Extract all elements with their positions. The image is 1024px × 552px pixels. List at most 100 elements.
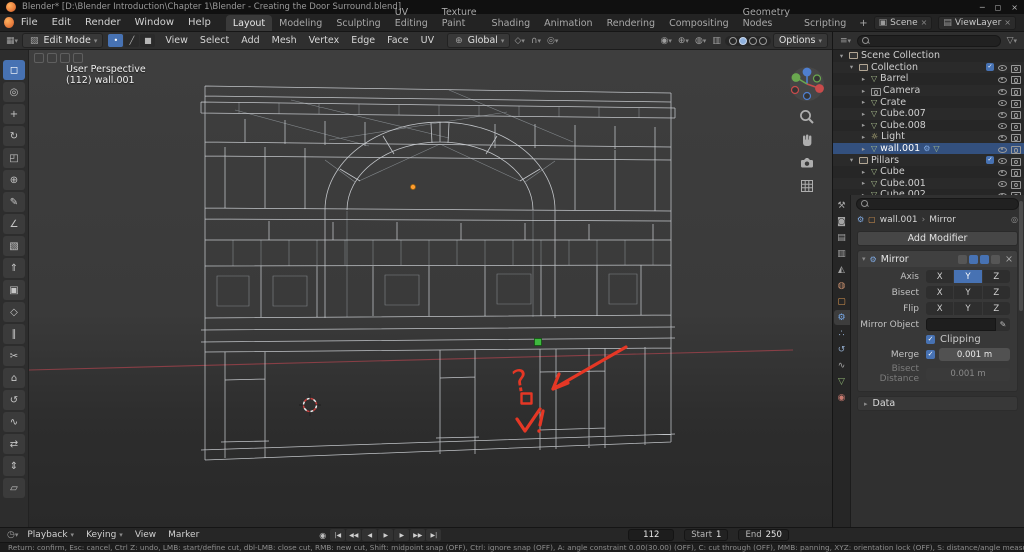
edge-select-button[interactable]: ╱ bbox=[124, 34, 139, 47]
breadcrumb-modifier[interactable]: Mirror bbox=[929, 215, 956, 225]
mode-dropdown[interactable]: ▧ Edit Mode ▾ bbox=[22, 33, 103, 48]
clipping-checkbox[interactable]: ✓ bbox=[926, 335, 935, 344]
poly-build-tool[interactable]: ⌂ bbox=[3, 368, 25, 388]
bisect-x-toggle[interactable]: X bbox=[926, 286, 953, 299]
wireframe-shading-button[interactable] bbox=[729, 37, 737, 45]
menu-uv[interactable]: UV bbox=[416, 34, 439, 47]
keying-menu[interactable]: Keying▾ bbox=[81, 529, 128, 541]
render-visibility-toggle[interactable] bbox=[1011, 133, 1020, 141]
outliner-editor-icon[interactable]: ≡▾ bbox=[838, 36, 853, 46]
render-visibility-toggle[interactable] bbox=[1011, 110, 1020, 118]
show-in-render-toggle[interactable] bbox=[991, 255, 1000, 264]
prev-keyframe-button[interactable]: ◀◀ bbox=[346, 529, 361, 541]
hide-eye-toggle[interactable] bbox=[998, 63, 1007, 71]
snap-magnet-toggle[interactable]: ∩▾ bbox=[529, 36, 543, 46]
editor-type-icon[interactable]: ▦▾ bbox=[4, 36, 20, 46]
remove-viewlayer-icon[interactable]: × bbox=[1004, 18, 1011, 27]
add-modifier-button[interactable]: Add Modifier bbox=[857, 231, 1018, 246]
outliner-search-input[interactable] bbox=[857, 35, 1001, 47]
next-frame-button[interactable]: ▶ bbox=[394, 529, 409, 541]
hide-eye-toggle[interactable] bbox=[998, 87, 1007, 95]
vertex-select-button[interactable]: • bbox=[108, 34, 123, 47]
properties-scrollbar[interactable] bbox=[1019, 201, 1023, 311]
scene-properties-tab[interactable]: ◭ bbox=[834, 262, 850, 277]
menu-file[interactable]: File bbox=[14, 15, 45, 30]
outliner-row-collection[interactable]: ▾ Collection ✓ bbox=[833, 62, 1024, 74]
workspace-tab-layout[interactable]: Layout bbox=[226, 15, 272, 31]
world-properties-tab[interactable]: ◍ bbox=[834, 278, 850, 293]
menu-help[interactable]: Help bbox=[181, 15, 218, 30]
current-frame-field[interactable]: 112 bbox=[628, 529, 674, 541]
face-select-button[interactable]: ■ bbox=[140, 34, 155, 47]
modifier-name[interactable]: Mirror bbox=[881, 254, 909, 265]
render-properties-tab[interactable]: ◙ bbox=[834, 214, 850, 229]
blender-menu-icon[interactable] bbox=[4, 17, 14, 28]
outliner-row-cube-007[interactable]: ▸ ▽ Cube.007 bbox=[833, 108, 1024, 120]
minimize-button[interactable]: ─ bbox=[980, 3, 985, 12]
menu-view[interactable]: View bbox=[160, 34, 193, 47]
bisect-y-toggle[interactable]: Y bbox=[954, 286, 981, 299]
render-visibility-toggle[interactable] bbox=[1011, 75, 1020, 83]
tool-option-icon[interactable] bbox=[47, 53, 57, 63]
orientation-dropdown[interactable]: ⊕ Global ▾ bbox=[447, 33, 510, 48]
outliner-row-cube[interactable]: ▸ ▽ Cube bbox=[833, 166, 1024, 178]
outliner-row-cube-001[interactable]: ▸ ▽ Cube.001 bbox=[833, 178, 1024, 190]
workspace-tab-uv-editing[interactable]: UV Editing bbox=[388, 4, 435, 31]
viewlayer-properties-tab[interactable]: ▥ bbox=[834, 246, 850, 261]
breadcrumb-object[interactable]: wall.001 bbox=[880, 215, 918, 225]
options-dropdown[interactable]: Options ▾ bbox=[773, 33, 828, 48]
remove-modifier-button[interactable]: × bbox=[1005, 254, 1013, 265]
knife-tool[interactable]: ✂ bbox=[3, 346, 25, 366]
auto-keyframe-toggle[interactable]: ◉ bbox=[316, 529, 329, 541]
expand-icon[interactable]: ▸ bbox=[859, 87, 868, 95]
extrude-region-tool[interactable]: ⇑ bbox=[3, 258, 25, 278]
expand-icon[interactable]: ▸ bbox=[859, 168, 868, 176]
mirror-object-field[interactable] bbox=[926, 318, 996, 331]
inset-faces-tool[interactable]: ▣ bbox=[3, 280, 25, 300]
workspace-tab-rendering[interactable]: Rendering bbox=[600, 15, 663, 31]
show-on-cage-toggle[interactable] bbox=[958, 255, 967, 264]
shear-tool[interactable]: ▱ bbox=[3, 478, 25, 498]
cursor-tool[interactable]: ◎ bbox=[3, 82, 25, 102]
axis-y-toggle[interactable]: Y bbox=[954, 270, 981, 283]
outliner-row-barrel[interactable]: ▸ ▽ Barrel bbox=[833, 73, 1024, 85]
hide-eye-toggle[interactable] bbox=[998, 110, 1007, 118]
render-visibility-toggle[interactable] bbox=[1011, 156, 1020, 164]
show-in-editmode-toggle[interactable] bbox=[969, 255, 978, 264]
menu-face[interactable]: Face bbox=[382, 34, 413, 47]
show-in-viewport-toggle[interactable] bbox=[980, 255, 989, 264]
hide-eye-toggle[interactable] bbox=[998, 121, 1007, 129]
menu-mesh[interactable]: Mesh bbox=[267, 34, 302, 47]
edge-slide-tool[interactable]: ⇄ bbox=[3, 434, 25, 454]
scale-tool[interactable]: ◰ bbox=[3, 148, 25, 168]
render-visibility-toggle[interactable] bbox=[1011, 98, 1020, 106]
hide-eye-toggle[interactable] bbox=[998, 133, 1007, 141]
collection-checkbox[interactable]: ✓ bbox=[986, 156, 994, 164]
menu-select[interactable]: Select bbox=[195, 34, 234, 47]
merge-checkbox[interactable]: ✓ bbox=[926, 350, 935, 359]
hide-eye-toggle[interactable] bbox=[998, 168, 1007, 176]
viewlayer-selector[interactable]: ▤ ViewLayer × bbox=[938, 16, 1016, 30]
move-tool[interactable]: + bbox=[3, 104, 25, 124]
frame-start-field[interactable]: Start 1 bbox=[684, 529, 728, 541]
axis-z-toggle[interactable]: Z bbox=[983, 270, 1010, 283]
menu-add[interactable]: Add bbox=[236, 34, 264, 47]
zoom-button[interactable] bbox=[799, 109, 815, 125]
frame-end-field[interactable]: End 250 bbox=[738, 529, 788, 541]
transform-tool[interactable]: ⊕ bbox=[3, 170, 25, 190]
workspace-tab-scripting[interactable]: Scripting bbox=[797, 15, 853, 31]
annotate-tool[interactable]: ✎ bbox=[3, 192, 25, 212]
outliner-row-camera[interactable]: ▸ Camera bbox=[833, 85, 1024, 97]
expand-icon[interactable]: ▾ bbox=[837, 52, 846, 60]
expand-icon[interactable]: ▸ bbox=[859, 75, 868, 83]
bisect-z-toggle[interactable]: Z bbox=[983, 286, 1010, 299]
axis-x-toggle[interactable]: X bbox=[926, 270, 953, 283]
add-workspace-button[interactable]: + bbox=[853, 16, 873, 31]
scene-selector[interactable]: ▣ Scene × bbox=[874, 16, 933, 30]
expand-icon[interactable]: ▾ bbox=[847, 156, 856, 164]
jump-to-end-button[interactable]: ▶| bbox=[426, 529, 441, 541]
gizmos-toggle[interactable]: ⊕▾ bbox=[676, 36, 691, 46]
expand-icon[interactable]: ▾ bbox=[847, 63, 856, 71]
render-visibility-toggle[interactable] bbox=[1011, 168, 1020, 176]
pivot-point-dropdown[interactable]: ◇▾ bbox=[512, 36, 526, 46]
